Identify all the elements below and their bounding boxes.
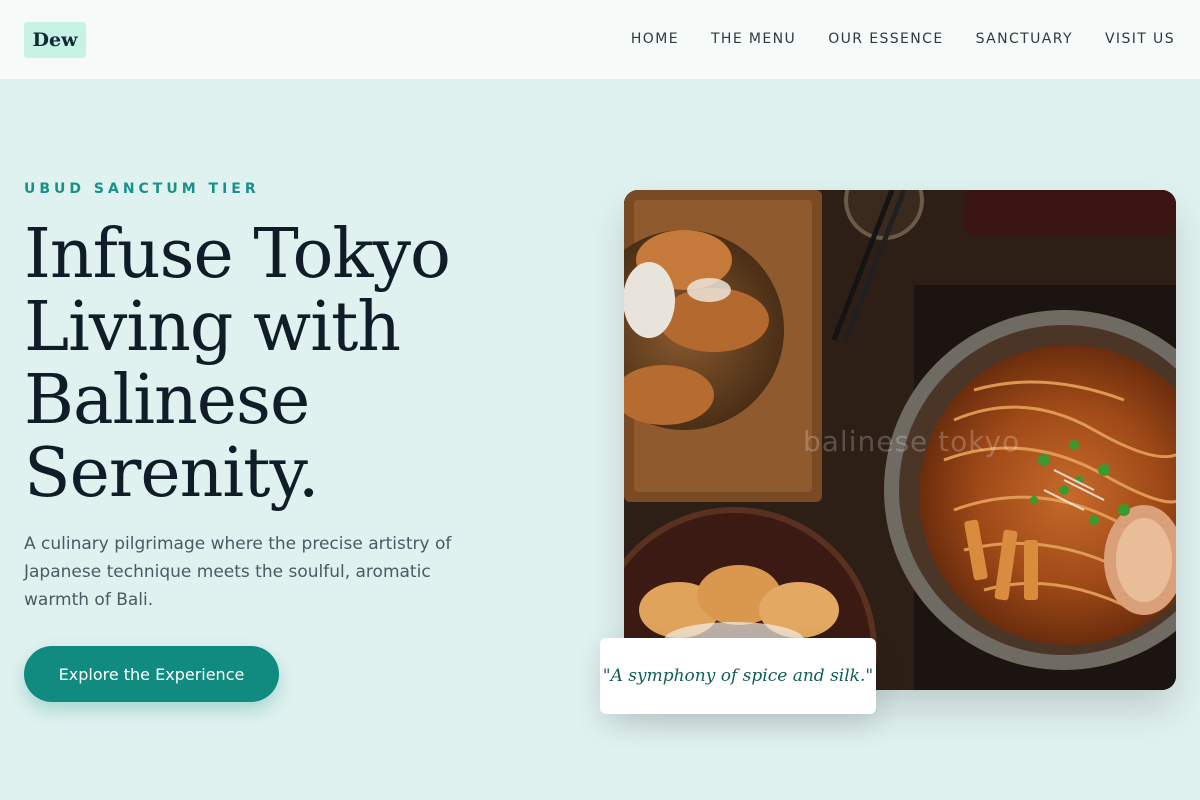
image-watermark: balinese tokyo — [803, 425, 1021, 458]
hero-title-line: Serenity. — [24, 434, 319, 513]
site-header: Dew HOME THE MENU OUR ESSENCE SANCTUARY … — [0, 0, 1200, 80]
hero-eyebrow: UBUD SANCTUM TIER — [24, 181, 260, 197]
hero-title-line: Infuse Tokyo — [24, 215, 451, 294]
hero-description: A culinary pilgrimage where the precise … — [24, 534, 452, 610]
quote-card: "A symphony of spice and silk." — [600, 638, 876, 714]
nav-visit-us[interactable]: VISIT US — [1105, 29, 1175, 49]
explore-experience-button[interactable]: Explore the Experience — [24, 646, 279, 702]
logo[interactable]: Dew — [24, 22, 86, 58]
main-nav: HOME THE MENU OUR ESSENCE SANCTUARY VISI… — [631, 29, 1175, 49]
hero-title: Infuse Tokyo Living with Balinese Sereni… — [24, 218, 544, 510]
nav-our-essence[interactable]: OUR ESSENCE — [828, 29, 943, 49]
nav-the-menu[interactable]: THE MENU — [711, 29, 796, 49]
hero-title-line: Living with — [24, 288, 401, 367]
nav-sanctuary[interactable]: SANCTUARY — [976, 29, 1073, 49]
quote-text: "A symphony of spice and silk." — [602, 666, 874, 686]
nav-home[interactable]: HOME — [631, 29, 679, 49]
hero-title-line: Balinese — [24, 361, 310, 440]
